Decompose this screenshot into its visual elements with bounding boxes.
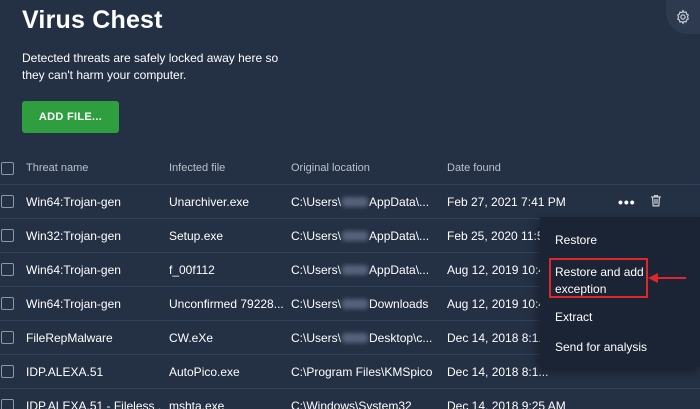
original-location-cell: C:\Users\ AppData\... xyxy=(291,262,430,277)
column-header-infected-file[interactable]: Infected file xyxy=(169,152,285,184)
table-row[interactable]: Win64:Trojan-gen Unarchiver.exe C:\Users… xyxy=(0,185,700,219)
infected-file-cell: CW.eXe xyxy=(169,330,214,345)
redacted-username xyxy=(342,332,369,343)
infected-file-cell: mshta.exe xyxy=(169,398,225,409)
page-subtitle: Detected threats are safely locked away … xyxy=(22,51,279,82)
threat-name-cell: IDP.ALEXA.51 xyxy=(26,364,104,379)
date-found-cell: Dec 14, 2018 9:25 AM xyxy=(447,398,566,409)
infected-file-cell: AutoPico.exe xyxy=(169,364,240,379)
redacted-username xyxy=(342,264,369,275)
original-location-cell: C:\Users\ AppData\... xyxy=(291,228,430,243)
threat-name-cell: IDP.ALEXA.51 - Fileless ... xyxy=(26,398,162,409)
infected-file-cell: Setup.exe xyxy=(169,228,224,243)
settings-gear-icon[interactable] xyxy=(666,0,700,34)
redacted-username xyxy=(342,230,369,241)
infected-file-cell: Unconfirmed 79228... xyxy=(169,296,284,311)
table-header-row: Threat name Infected file Original locat… xyxy=(0,152,700,185)
threat-name-cell: Win64:Trojan-gen xyxy=(26,194,121,209)
trash-icon[interactable] xyxy=(650,194,662,210)
virus-chest-window: Virus Chest Detected threats are safely … xyxy=(0,0,700,409)
row-checkbox[interactable] xyxy=(1,399,14,409)
menu-item-extract[interactable]: Extract xyxy=(555,309,592,326)
original-location-cell: C:\Users\ Desktop\c... xyxy=(291,330,433,345)
original-location-cell: C:\Windows\System32 xyxy=(291,398,412,409)
row-checkbox[interactable] xyxy=(1,365,14,378)
threat-name-cell: FileRepMalware xyxy=(26,330,113,345)
column-header-date-found[interactable]: Date found xyxy=(447,152,587,184)
annotation-arrow-icon xyxy=(648,273,686,283)
row-checkbox[interactable] xyxy=(1,229,14,242)
redacted-username xyxy=(342,196,369,207)
column-header-original-location[interactable]: Original location xyxy=(291,152,441,184)
menu-item-restore[interactable]: Restore xyxy=(555,232,597,249)
table-row[interactable]: IDP.ALEXA.51 - Fileless ... mshta.exe C:… xyxy=(0,389,700,409)
row-checkbox[interactable] xyxy=(1,263,14,276)
select-all-checkbox[interactable] xyxy=(1,161,14,175)
page-title: Virus Chest xyxy=(22,6,163,34)
original-location-cell: C:\Program Files\KMSpico xyxy=(291,364,433,379)
infected-file-cell: f_00f112 xyxy=(169,262,215,277)
row-checkbox[interactable] xyxy=(1,331,14,344)
more-horizontal-icon[interactable]: ••• xyxy=(618,195,636,209)
original-location-cell: C:\Users\ Downloads xyxy=(291,296,429,311)
column-header-threat-name[interactable]: Threat name xyxy=(26,152,162,184)
add-file-button[interactable]: ADD FILE... xyxy=(22,101,119,133)
annotation-highlight-box xyxy=(549,258,648,298)
menu-item-send-for-analysis[interactable]: Send for analysis xyxy=(555,339,647,356)
redacted-username xyxy=(342,298,369,309)
date-found-cell: Feb 27, 2021 7:41 PM xyxy=(447,194,566,209)
threat-name-cell: Win64:Trojan-gen xyxy=(26,262,121,277)
row-checkbox[interactable] xyxy=(1,297,14,310)
threat-name-cell: Win32:Trojan-gen xyxy=(26,228,121,243)
threat-name-cell: Win64:Trojan-gen xyxy=(26,296,121,311)
infected-file-cell: Unarchiver.exe xyxy=(169,194,250,209)
row-checkbox[interactable] xyxy=(1,195,14,208)
original-location-cell: C:\Users\ AppData\... xyxy=(291,194,430,209)
